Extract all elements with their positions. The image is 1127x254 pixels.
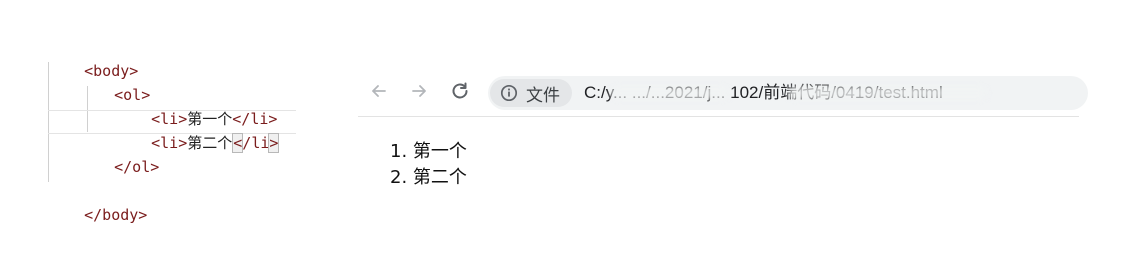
list-item: 1. 第一个 [390,141,467,162]
code-editor[interactable]: <body> <ol> <li>第一个</li> <li>第二个</li> </… [0,0,310,254]
forward-button[interactable] [406,78,432,104]
browser-toolbar: 文件 C:/y... .../...2021/j... 102/前端代码/041… [358,70,1088,116]
url-redaction-blur [788,86,988,100]
arrow-right-icon [412,85,426,97]
code-line[interactable]: <ol> [78,62,150,104]
code-line[interactable]: </ol> [78,134,159,176]
code-line[interactable]: <li>第一个</li> [115,86,277,128]
site-chip-label: 文件 [526,85,560,106]
info-icon [500,84,518,102]
bracket-match-highlight: < [232,133,244,153]
code-line[interactable]: </body> [48,182,147,224]
list-item: 2. 第二个 [390,167,467,188]
li-close-tag: /li [242,134,270,152]
code-line[interactable]: <li>第二个</li> [115,110,280,153]
url-redaction-blur [610,86,730,100]
site-info-chip[interactable]: 文件 [490,79,572,107]
li-text: 第二个 [187,134,233,152]
back-button[interactable] [366,78,392,104]
body-close-tag: </body> [84,206,148,224]
ordered-list: 1. 第一个 2. 第二个 [390,139,467,191]
bracket-match-highlight: > [268,133,280,153]
reload-button[interactable] [447,78,473,104]
arrow-left-icon [372,85,386,97]
code-line[interactable]: <body> [48,38,138,80]
address-bar[interactable]: 文件 C:/y... .../...2021/j... 102/前端代码/041… [488,76,1088,110]
reload-icon [452,82,468,99]
ol-close-tag: </ol> [114,158,160,176]
toolbar-divider [358,116,1079,117]
